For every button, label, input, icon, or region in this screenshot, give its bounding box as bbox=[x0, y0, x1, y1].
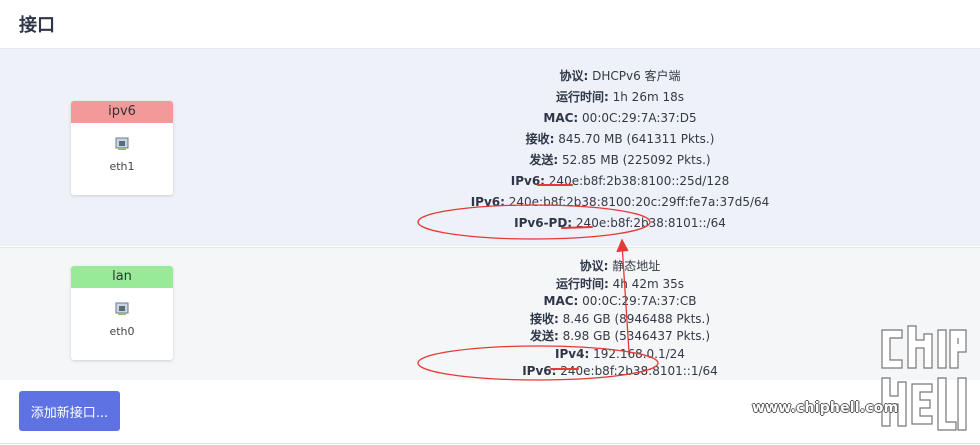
interface-badge-ipv6[interactable]: ipv6 eth1 bbox=[71, 101, 173, 195]
divider bbox=[0, 443, 980, 444]
status-line-mac: MAC: 00:0C:29:7A:37:D5 bbox=[543, 111, 697, 125]
status-line-ipv6: IPv6: 240e:b8f:2b38:8100::25d/128 bbox=[510, 174, 730, 188]
status-line-rx: 接收: 845.70 MB (641311 Pkts.) bbox=[525, 132, 715, 146]
interface-device: eth1 bbox=[109, 160, 135, 173]
status-line-ipv6-pd: IPv6-PD: 240e:b8f:2b38:8101::/64 bbox=[514, 216, 726, 230]
status-line-tx: 发送: 8.98 GB (5346437 Pkts.) bbox=[529, 329, 711, 343]
interface-row-ipv6: ipv6 eth1 协议: DHCPv6 客户端 运行时间: 1h 26m 18… bbox=[0, 48, 980, 246]
status-line-ipv4: IPv4: 192.168.0.1/24 bbox=[555, 346, 685, 361]
status-line-protocol: 协议: DHCPv6 客户端 bbox=[559, 69, 681, 83]
chiphell-logo bbox=[881, 325, 967, 431]
watermark-site: www.chiphell.com bbox=[752, 400, 899, 416]
page-title: 接口 bbox=[19, 15, 55, 36]
status-line-protocol: 协议: 静态地址 bbox=[579, 259, 661, 273]
status-line-rx: 接收: 8.46 GB (8946488 Pkts.) bbox=[529, 311, 711, 326]
interface-status: 协议: DHCPv6 客户端 运行时间: 1h 26m 18s MAC: 00:… bbox=[300, 66, 940, 234]
interface-row-lan: lan eth0 协议: 静态地址 运行时间: 4h 42m 35s MAC: … bbox=[0, 247, 980, 380]
status-line-uptime: 运行时间: 4h 42m 35s bbox=[556, 276, 684, 291]
interface-device: eth0 bbox=[109, 325, 135, 338]
ethernet-port-icon bbox=[115, 137, 129, 150]
status-line-ipv6: IPv6: 240e:b8f:2b38:8101::1/64 bbox=[522, 364, 718, 378]
add-interface-button[interactable]: 添加新接口... bbox=[19, 391, 120, 431]
status-line-ipv6-2: IPv6: 240e:b8f:2b38:8100:20c:29ff:fe7a:3… bbox=[470, 195, 770, 209]
status-line-tx: 发送: 52.85 MB (225092 Pkts.) bbox=[529, 153, 711, 167]
interface-name: ipv6 bbox=[71, 101, 173, 123]
ethernet-port-icon bbox=[115, 302, 129, 315]
interface-name: lan bbox=[71, 266, 173, 288]
status-line-uptime: 运行时间: 1h 26m 18s bbox=[556, 90, 684, 104]
interface-status: 协议: 静态地址 运行时间: 4h 42m 35s MAC: 00:0C:29:… bbox=[300, 258, 940, 381]
interface-badge-lan[interactable]: lan eth0 bbox=[71, 266, 173, 360]
status-line-mac: MAC: 00:0C:29:7A:37:CB bbox=[543, 294, 697, 308]
